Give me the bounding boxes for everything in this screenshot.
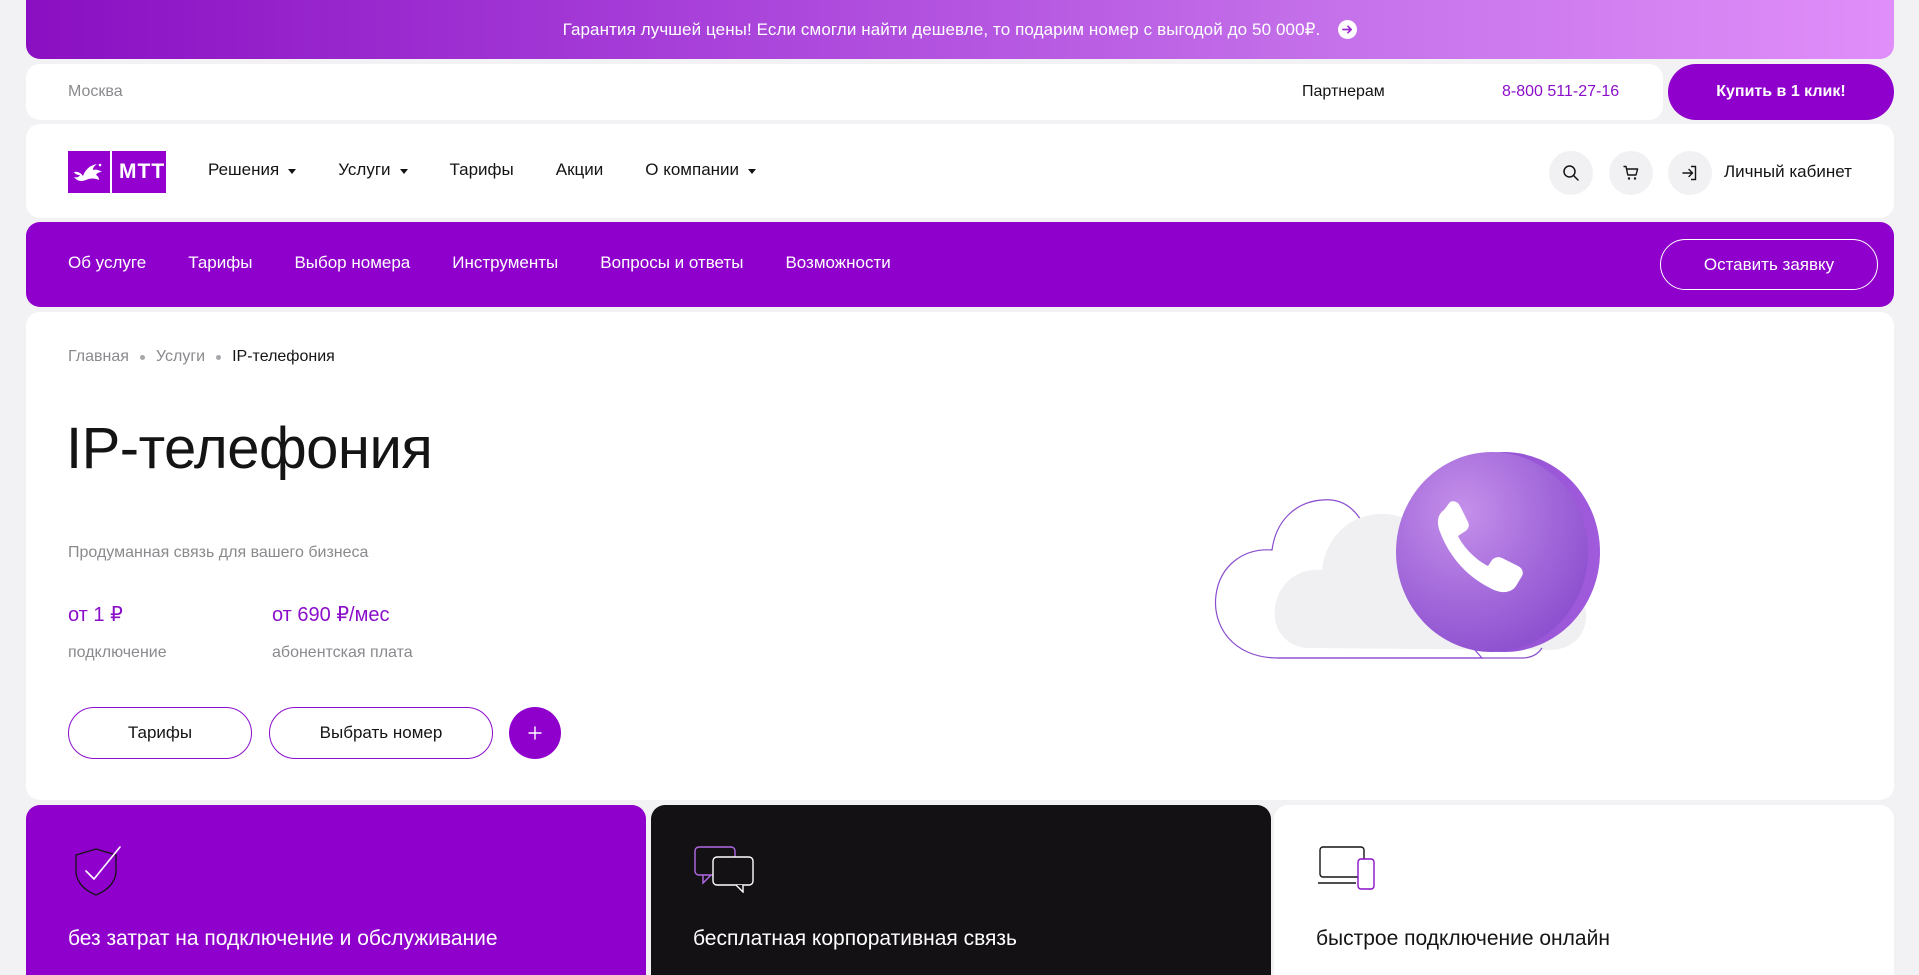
chat-bubbles-icon	[693, 843, 757, 898]
nav-item-label: Услуги	[338, 160, 391, 179]
breadcrumb-current: IP-телефония	[232, 348, 335, 365]
nav-item-about[interactable]: О компании	[645, 160, 757, 180]
caret-down-icon	[748, 168, 757, 174]
feature-card-corporate[interactable]: бесплатная корпоративная связь	[651, 805, 1271, 975]
subnav-item-features[interactable]: Возможности	[785, 253, 890, 273]
feature-card-no-costs[interactable]: без затрат на подключение и обслуживание	[26, 805, 646, 975]
logo[interactable]: МТТ	[68, 151, 166, 193]
subnav-item-faq[interactable]: Вопросы и ответы	[600, 253, 743, 273]
feature-card-title: бесплатная корпоративная связь	[693, 927, 1017, 950]
search-icon[interactable]	[1549, 151, 1593, 195]
cart-icon[interactable]	[1609, 151, 1653, 195]
main-header: МТТ Решения Услуги Тарифы Акции О компан…	[26, 124, 1894, 218]
promo-text: Гарантия лучшей цены! Если смогли найти …	[562, 19, 1321, 39]
subnav-item-tools[interactable]: Инструменты	[452, 253, 558, 273]
price-label: абонентская плата	[272, 644, 413, 661]
devices-icon	[1316, 843, 1380, 898]
nav-item-label: Решения	[208, 160, 280, 179]
subnav-item-about[interactable]: Об услуге	[68, 253, 146, 273]
nav-item-tariffs[interactable]: Тарифы	[450, 160, 514, 180]
shield-check-icon	[68, 843, 124, 904]
breadcrumb-home[interactable]: Главная	[68, 348, 129, 366]
nav-item-label: Акции	[555, 160, 604, 179]
phone-link[interactable]: 8-800 511-27-16	[1502, 83, 1619, 101]
choose-number-button[interactable]: Выбрать номер	[269, 707, 493, 759]
page-subtitle: Продуманная связь для вашего бизнеса	[68, 544, 369, 561]
feature-card-online[interactable]: быстрое подключение онлайн	[1274, 805, 1894, 975]
city-selector[interactable]: Москва	[68, 83, 123, 101]
partners-link[interactable]: Партнерам	[1302, 83, 1385, 101]
logo-text: МТТ	[119, 160, 166, 183]
arrow-right-icon[interactable]	[1338, 20, 1358, 39]
page-title: IP-телефония	[66, 416, 433, 481]
price-label: подключение	[68, 644, 167, 661]
breadcrumb-separator	[139, 354, 145, 360]
top-bar-card: Москва Партнерам 8-800 511-27-16	[26, 64, 1663, 120]
plus-icon[interactable]	[509, 707, 561, 759]
tariffs-button[interactable]: Тарифы	[68, 707, 252, 759]
price-value: от 1 ₽	[68, 604, 123, 626]
caret-down-icon	[399, 168, 408, 174]
account-link[interactable]: Личный кабинет	[1724, 162, 1852, 182]
login-icon[interactable]	[1668, 151, 1712, 195]
service-subnav: Об услуге Тарифы Выбор номера Инструмент…	[26, 222, 1894, 307]
price-connection: от 1 ₽ подключение	[68, 602, 167, 662]
nav-item-label: Тарифы	[449, 160, 514, 179]
feature-cards: без затрат на подключение и обслуживание…	[26, 805, 1894, 975]
logo-divider	[110, 151, 112, 193]
subnav-links: Об услуге Тарифы Выбор номера Инструмент…	[68, 253, 933, 273]
top-bar: Москва Партнерам 8-800 511-27-16 Купить …	[26, 64, 1894, 120]
bird-logo-icon	[68, 151, 110, 193]
subnav-item-number[interactable]: Выбор номера	[294, 253, 410, 273]
price-subscription: от 690 ₽/мес абонентская плата	[272, 602, 413, 662]
breadcrumb-services[interactable]: Услуги	[156, 348, 205, 366]
main-nav: Решения Услуги Тарифы Акции О компании	[208, 160, 798, 180]
subnav-item-tariffs[interactable]: Тарифы	[188, 253, 252, 273]
nav-item-services[interactable]: Услуги	[338, 160, 408, 180]
caret-down-icon	[288, 168, 297, 174]
feature-card-title: без затрат на подключение и обслуживание	[68, 927, 498, 950]
hero-section: Главная Услуги IP-телефония IP-телефония…	[26, 312, 1894, 800]
breadcrumb-separator	[216, 354, 222, 360]
leave-request-button[interactable]: Оставить заявку	[1660, 239, 1878, 290]
nav-item-solutions[interactable]: Решения	[208, 160, 297, 180]
nav-item-label: О компании	[645, 160, 740, 179]
cloud-phone-illustration	[1192, 430, 1632, 695]
promo-banner[interactable]: Гарантия лучшей цены! Если смогли найти …	[26, 0, 1894, 59]
breadcrumb: Главная Услуги IP-телефония	[68, 348, 335, 366]
price-value: от 690 ₽/мес	[272, 604, 390, 626]
buy-one-click-button[interactable]: Купить в 1 клик!	[1668, 64, 1894, 120]
feature-card-title: быстрое подключение онлайн	[1316, 927, 1610, 950]
nav-item-promotions[interactable]: Акции	[556, 160, 604, 180]
